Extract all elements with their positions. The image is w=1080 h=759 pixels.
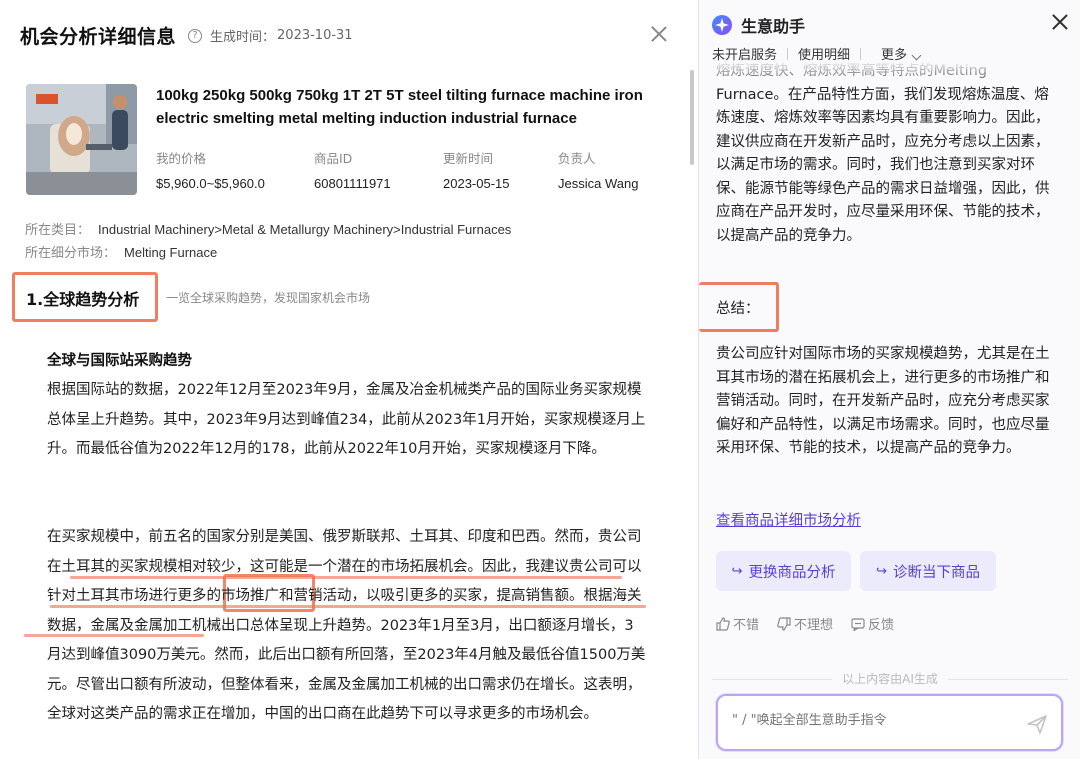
- meta-label: 负责人: [558, 151, 596, 166]
- nav-more-label: 更多: [881, 48, 908, 63]
- meta-value: Jessica Wang: [558, 176, 639, 191]
- thumbs-down-label: 不理想: [794, 618, 834, 633]
- command-input-box[interactable]: [716, 694, 1063, 751]
- chevron-down-icon: [911, 50, 922, 61]
- feedback-label: 反馈: [868, 618, 895, 633]
- scrollbar[interactable]: [690, 70, 694, 165]
- reply-arrow-icon: ↪: [731, 563, 743, 579]
- nav-more[interactable]: 更多: [881, 44, 922, 63]
- command-input[interactable]: [732, 713, 1012, 728]
- assistant-name: 生意助手: [741, 17, 806, 36]
- assistant-nav: 未开启服务 使用明细 更多: [712, 44, 922, 63]
- assistant-logo-icon: [712, 15, 732, 35]
- product-meta: 我的价格 $5,960.0~$5,960.0 商品ID 60801111971 …: [156, 148, 676, 194]
- nav-usage-details[interactable]: 使用明细: [798, 44, 850, 63]
- section-subtitle: 一览全球采购趋势，发现国家机会市场: [166, 291, 371, 305]
- market-row: 所在细分市场： Melting Furnace: [25, 242, 217, 261]
- close-icon[interactable]: [1052, 14, 1068, 30]
- send-icon[interactable]: [1026, 713, 1048, 735]
- paragraph-trend: 根据国际站的数据，2022年12月至2023年9月，金属及冶金机械类产品的国际业…: [47, 382, 646, 457]
- assistant-panel: 熔炼速度快、熔炼效率高等特点的Melting Furnace。在产品特性方面，我…: [698, 0, 1080, 759]
- diagnose-product-label: 诊断当下商品: [892, 564, 980, 581]
- page-title: 机会分析详细信息: [20, 26, 177, 48]
- nav-divider: [787, 47, 789, 60]
- feedback-button[interactable]: 反馈: [851, 614, 894, 633]
- ai-generated-note-text: 以上内容由AI生成: [842, 672, 938, 686]
- thumbs-up-label: 不错: [733, 618, 760, 633]
- category-label: 所在类目：: [25, 223, 91, 238]
- diagnose-product-button[interactable]: ↪ 诊断当下商品: [860, 551, 996, 591]
- nav-divider: [860, 47, 862, 60]
- annotation-box: [699, 282, 779, 332]
- meta-value: 2023-05-15: [443, 176, 510, 191]
- nav-service-status[interactable]: 未开启服务: [712, 44, 777, 63]
- meta-price: 我的价格 $5,960.0~$5,960.0: [156, 148, 265, 191]
- meta-product-id: 商品ID 60801111971: [314, 148, 391, 191]
- paragraph-countries: 在买家规模中，前五名的国家分别是美国、俄罗斯联邦、土耳其、印度和巴西。然而，贵公…: [47, 529, 646, 722]
- thumbs-up-icon: [716, 616, 730, 631]
- change-product-label: 更换商品分析: [748, 564, 836, 581]
- meta-label: 更新时间: [443, 151, 494, 166]
- scroll-fade: [699, 60, 1080, 88]
- panel-header: 机会分析详细信息 ? 生成时间： 2023-10-31: [20, 22, 353, 49]
- product-title[interactable]: 100kg 250kg 500kg 750kg 1T 2T 5T steel t…: [156, 84, 656, 130]
- market-value: Melting Furnace: [124, 245, 218, 260]
- view-market-analysis-link[interactable]: 查看商品详细市场分析: [716, 509, 861, 530]
- market-label: 所在细分市场：: [25, 246, 117, 261]
- change-product-button[interactable]: ↪ 更换商品分析: [716, 551, 851, 591]
- meta-value: 60801111971: [314, 176, 391, 191]
- assistant-analysis-text: 熔炼速度快、熔炼效率高等特点的Melting Furnace。在产品特性方面，我…: [716, 63, 1050, 244]
- thumbs-up-button[interactable]: 不错: [716, 614, 759, 633]
- gen-time-label: 生成时间：: [210, 30, 276, 45]
- category-value: Industrial Machinery>Metal & Metallurgy …: [98, 222, 512, 237]
- feedback-icon: [851, 617, 865, 631]
- opportunity-detail-panel: 机会分析详细信息 ? 生成时间： 2023-10-31 100kg 250kg …: [0, 0, 698, 759]
- help-icon[interactable]: ?: [188, 28, 203, 43]
- meta-label: 商品ID: [314, 151, 353, 166]
- close-icon[interactable]: [651, 26, 667, 42]
- meta-owner: 负责人 Jessica Wang: [558, 148, 638, 191]
- reply-arrow-icon: ↪: [876, 563, 887, 579]
- gen-time-value: 2023-10-31: [277, 28, 353, 43]
- meta-update-time: 更新时间 2023-05-15: [443, 148, 510, 191]
- summary-text: 贵公司应针对国际市场的买家规模趋势，尤其是在土耳其市场的潜在拓展机会上，进行更多…: [716, 346, 1050, 456]
- product-image: [26, 84, 137, 195]
- feedback-row: 不错 不理想 反馈: [716, 614, 912, 633]
- subheading: 全球与国际站采购趋势: [47, 353, 192, 369]
- thumbs-down-button[interactable]: 不理想: [777, 614, 833, 633]
- category-row: 所在类目： Industrial Machinery>Metal & Metall…: [25, 219, 511, 238]
- meta-value: $5,960.0~$5,960.0: [156, 176, 265, 191]
- assistant-brand: 生意助手: [711, 13, 805, 37]
- thumbs-down-icon: [777, 616, 791, 631]
- meta-label: 我的价格: [156, 151, 207, 166]
- annotation-box: [12, 272, 158, 322]
- ai-generated-note: 以上内容由AI生成: [699, 670, 1080, 687]
